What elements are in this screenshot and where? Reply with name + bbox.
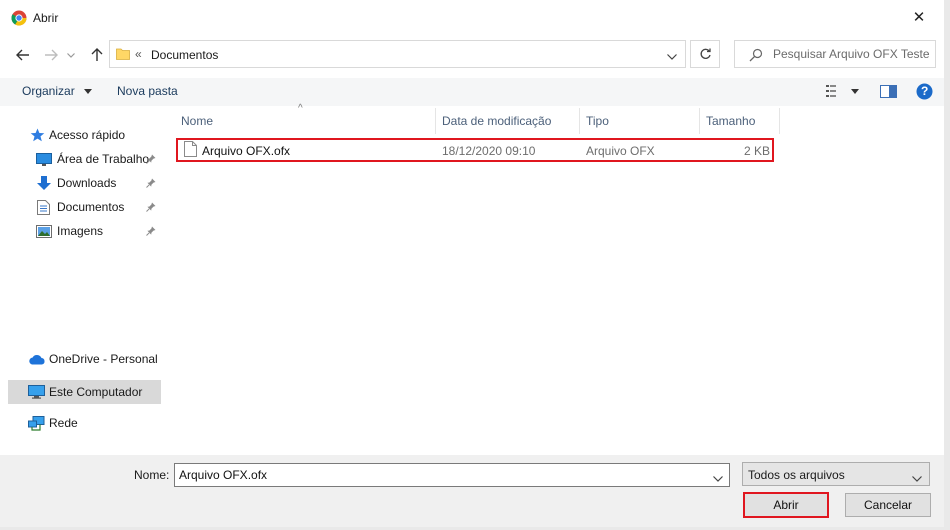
view-options-dropdown[interactable] <box>851 89 859 94</box>
nav-item-onedrive[interactable]: OneDrive - Personal <box>8 348 161 370</box>
arrow-up-icon <box>91 48 103 61</box>
file-size: 2 KB <box>743 144 770 158</box>
forward-button[interactable] <box>40 44 62 66</box>
column-header-name[interactable]: Nome <box>175 108 435 134</box>
refresh-icon <box>700 48 711 59</box>
details-view-icon <box>826 85 836 97</box>
navigation-pane: Acesso rápido Área de Trabalho Downloads <box>8 108 161 454</box>
nav-label-documents: Documentos <box>57 200 125 214</box>
nav-item-network[interactable]: Rede <box>8 412 161 434</box>
pin-icon <box>146 201 156 215</box>
computer-icon <box>28 385 45 399</box>
window-frame-edge <box>944 0 950 530</box>
file-type-filter-value: Todos os arquivos <box>748 468 845 482</box>
chevron-down-icon <box>667 54 677 60</box>
nav-item-quick-access[interactable]: Acesso rápido <box>8 124 161 146</box>
arrow-right-icon <box>45 49 58 61</box>
nav-label-onedrive: OneDrive - Personal <box>49 352 158 366</box>
preview-pane-button[interactable] <box>880 85 897 98</box>
file-modified: 18/12/2020 09:10 <box>442 144 536 158</box>
title-bar: Abrir ✕ <box>0 0 944 34</box>
nav-item-pictures[interactable]: Imagens <box>8 220 161 242</box>
filename-label: Nome: <box>134 468 170 482</box>
open-file-dialog: Abrir ✕ « Documentos Organi <box>0 0 950 530</box>
folder-icon <box>116 47 130 64</box>
column-divider[interactable] <box>779 108 780 134</box>
change-view-button[interactable] <box>826 85 843 97</box>
chevron-down-icon <box>67 52 75 58</box>
search-icon <box>749 48 763 65</box>
command-bar: Organizar Nova pasta ? <box>0 78 944 106</box>
close-icon: ✕ <box>912 9 926 26</box>
pictures-icon <box>36 224 52 238</box>
file-row[interactable]: Arquivo OFX.ofx 18/12/2020 09:10 Arquivo… <box>176 138 774 162</box>
nav-label-quick-access: Acesso rápido <box>49 128 126 142</box>
column-header-size[interactable]: Tamanho <box>700 108 779 134</box>
cloud-icon <box>28 354 46 365</box>
cancel-button[interactable]: Cancelar <box>845 493 931 517</box>
overflow-chevron-icon[interactable]: « <box>135 47 142 61</box>
back-button[interactable] <box>12 44 34 66</box>
filename-input[interactable] <box>179 467 699 483</box>
nav-label-downloads: Downloads <box>57 176 117 190</box>
recent-locations-button[interactable] <box>64 44 78 66</box>
chevron-down-icon <box>912 471 922 485</box>
pin-icon <box>146 177 156 191</box>
new-folder-button[interactable]: Nova pasta <box>117 84 178 98</box>
breadcrumb-documentos[interactable]: Documentos <box>151 48 218 62</box>
organize-label: Organizar <box>22 84 75 98</box>
address-bar[interactable]: « Documentos <box>109 40 686 68</box>
filename-history-dropdown[interactable] <box>713 471 723 485</box>
up-button[interactable] <box>86 44 108 66</box>
dialog-title: Abrir <box>33 11 59 25</box>
open-button[interactable]: Abrir <box>743 492 829 518</box>
pin-icon <box>146 153 156 167</box>
file-type-filter-select[interactable]: Todos os arquivos <box>742 462 930 486</box>
column-header-modified[interactable]: Data de modificação <box>436 108 579 134</box>
search-input[interactable] <box>773 45 931 63</box>
pin-icon <box>146 225 156 239</box>
nav-label-this-pc: Este Computador <box>49 385 143 399</box>
document-icon <box>37 199 50 215</box>
address-history-dropdown[interactable] <box>667 49 677 63</box>
preview-pane-icon <box>880 85 897 98</box>
file-type: Arquivo OFX <box>586 144 655 158</box>
nav-item-desktop[interactable]: Área de Trabalho <box>8 148 161 170</box>
organize-menu[interactable]: Organizar <box>22 84 93 98</box>
column-header-type[interactable]: Tipo <box>580 108 699 134</box>
caret-down-icon <box>851 89 859 94</box>
nav-item-this-pc[interactable]: Este Computador <box>8 380 161 404</box>
nav-item-documents[interactable]: Documentos <box>8 196 161 218</box>
file-name: Arquivo OFX.ofx <box>202 144 291 158</box>
desktop-icon <box>36 152 52 166</box>
star-icon <box>30 128 45 142</box>
help-button[interactable]: ? <box>916 83 933 100</box>
help-glyph: ? <box>921 84 929 98</box>
search-box[interactable] <box>734 40 936 68</box>
network-icon <box>28 415 45 431</box>
nav-label-pictures: Imagens <box>57 224 104 238</box>
close-button[interactable]: ✕ <box>902 4 936 30</box>
download-icon <box>36 175 52 191</box>
nav-label-network: Rede <box>49 416 78 430</box>
filename-combobox[interactable] <box>174 463 730 487</box>
nav-item-downloads[interactable]: Downloads <box>8 172 161 194</box>
chevron-down-icon <box>713 476 723 482</box>
arrow-left-icon <box>16 49 29 61</box>
refresh-button[interactable] <box>690 40 720 68</box>
caret-down-icon <box>84 89 93 95</box>
nav-label-desktop: Área de Trabalho <box>57 152 150 166</box>
file-icon <box>184 141 197 160</box>
chrome-app-icon <box>11 10 27 26</box>
